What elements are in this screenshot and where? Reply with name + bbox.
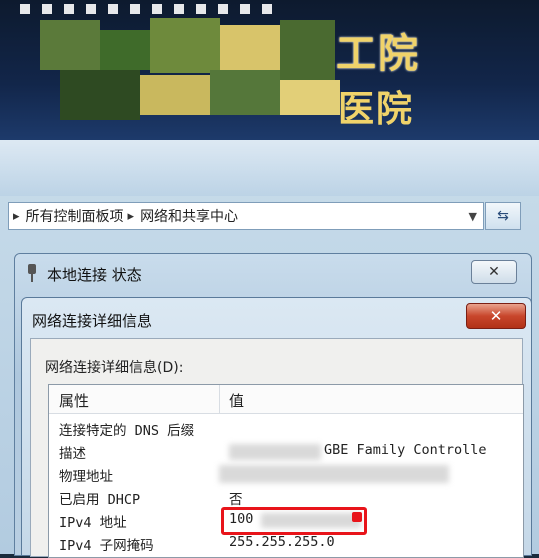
background-banner: 工院 医院: [0, 0, 539, 140]
row-property: 连接特定的 DNS 后缀: [59, 423, 195, 439]
banner-pixel: [210, 70, 280, 115]
chevron-right-icon[interactable]: ▸: [13, 209, 20, 224]
details-listview[interactable]: 属性 值 连接特定的 DNS 后缀 描述 GBE Family Controll…: [48, 384, 524, 558]
row-value: GBE Family Controlle: [324, 442, 487, 458]
refresh-button[interactable]: ⇆: [485, 202, 521, 230]
breadcrumb-item-control-panel[interactable]: 所有控制面板项: [26, 206, 124, 226]
status-close-button[interactable]: ✕: [471, 260, 517, 284]
row-property: IPv4 地址: [59, 515, 127, 531]
banner-pixel: [60, 70, 140, 120]
close-icon: ✕: [489, 307, 503, 325]
red-marker: [352, 512, 362, 522]
banner-pixel: [100, 30, 150, 70]
redacted-area: [219, 465, 449, 483]
banner-dots: [20, 4, 280, 14]
address-bar[interactable]: ▸ 所有控制面板项 ▸ 网络和共享中心 ▼: [8, 202, 484, 230]
banner-pixel: [140, 75, 210, 115]
status-dialog-title: 本地连接 状态: [47, 266, 142, 284]
table-row[interactable]: 已启用 DHCP 否: [49, 486, 523, 509]
row-property: 已启用 DHCP: [59, 492, 141, 508]
listview-header: 属性 值: [49, 385, 523, 414]
row-property: 物理地址: [59, 469, 113, 485]
row-value: 否: [229, 492, 243, 508]
table-row[interactable]: IPv4 地址 100: [49, 507, 523, 535]
red-highlight-box: [221, 507, 367, 535]
banner-text-line1: 工院: [336, 30, 420, 77]
details-close-button[interactable]: ✕: [466, 303, 526, 329]
details-list-label: 网络连接详细信息(D):: [45, 360, 184, 376]
dropdown-arrow-icon[interactable]: ▼: [469, 210, 477, 223]
row-property: IPv4 子网掩码: [59, 538, 154, 554]
details-dialog-title: 网络连接详细信息: [32, 312, 153, 330]
breadcrumb-item-network-center[interactable]: 网络和共享中心: [140, 206, 238, 226]
chevron-right-icon[interactable]: ▸: [128, 209, 135, 224]
table-row[interactable]: 连接特定的 DNS 后缀: [49, 417, 523, 440]
details-dialog: 网络连接详细信息 ✕ 网络连接详细信息(D): 属性 值 连接特定的 DNS 后…: [21, 297, 532, 558]
close-icon: ✕: [488, 264, 500, 280]
refresh-icon: ⇆: [497, 208, 509, 224]
column-header-value[interactable]: 值: [229, 390, 244, 411]
banner-pixel: [280, 80, 340, 115]
table-row[interactable]: 描述 GBE Family Controlle: [49, 440, 523, 463]
details-body: 网络连接详细信息(D): 属性 值 连接特定的 DNS 后缀 描述 GBE Fa…: [30, 338, 524, 558]
network-plug-icon: [28, 264, 36, 282]
row-value: 255.255.255.0: [229, 534, 335, 550]
banner-pixel: [150, 18, 220, 73]
column-divider[interactable]: [219, 385, 220, 413]
row-property: 描述: [59, 446, 86, 462]
table-row[interactable]: 物理地址: [49, 463, 523, 486]
window-title-bar: [0, 140, 539, 196]
banner-pixel: [280, 20, 335, 80]
banner-text-line2: 医院: [338, 88, 415, 130]
redacted-area: [229, 444, 321, 460]
column-header-property[interactable]: 属性: [59, 390, 89, 411]
banner-pixel: [220, 25, 280, 70]
banner-pixel: [40, 20, 100, 70]
table-row[interactable]: IPv4 子网掩码 255.255.255.0: [49, 532, 523, 555]
